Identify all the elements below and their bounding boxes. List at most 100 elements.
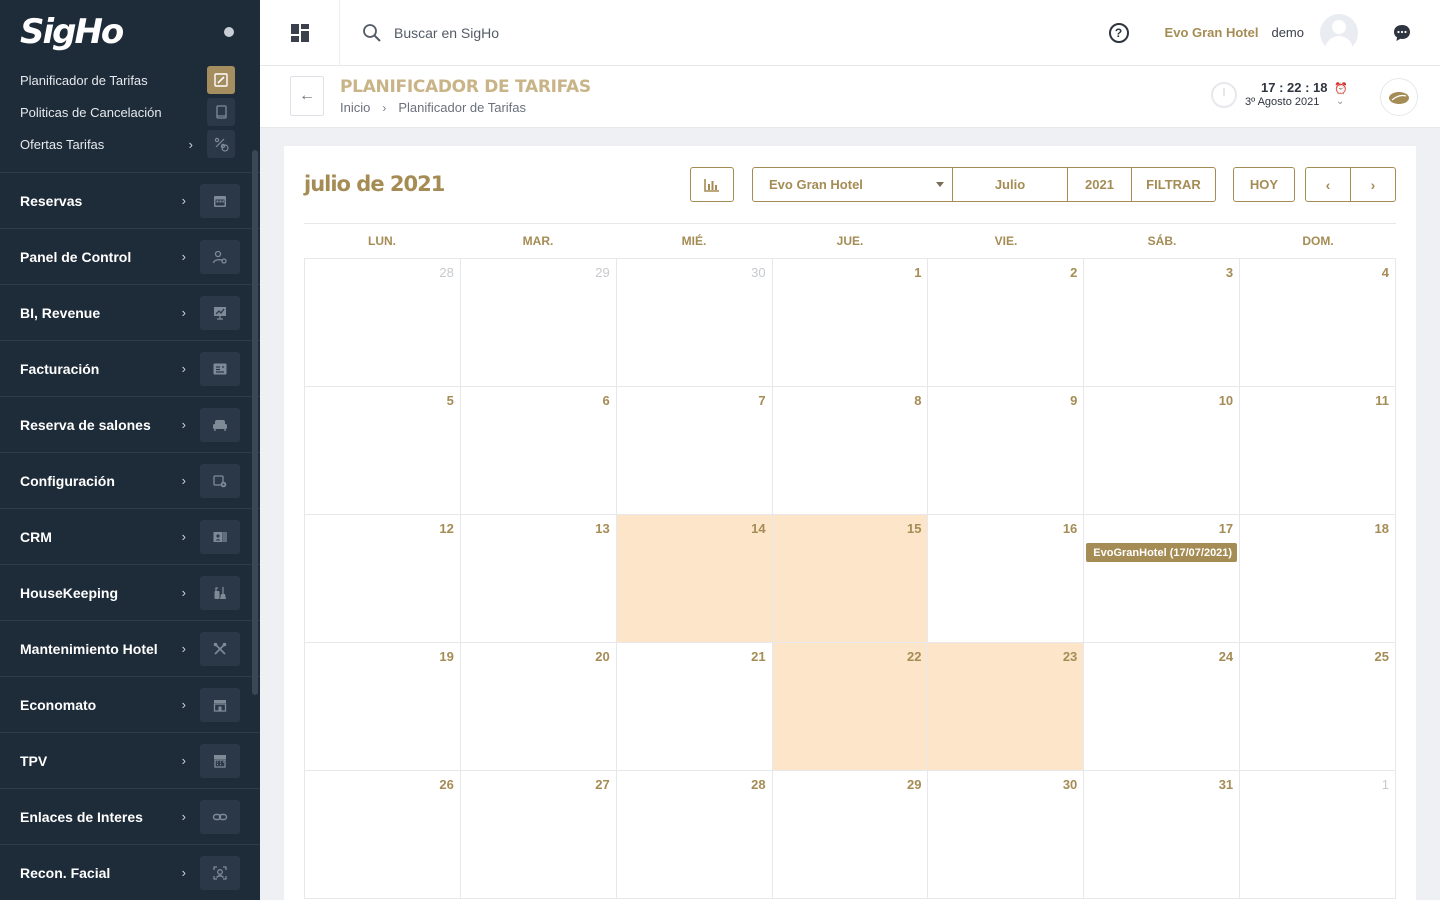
edit-icon [207,66,235,94]
sidebar-item-label: Enlaces de Interes [20,808,143,825]
calendar-day-cell[interactable]: 1 [1240,771,1397,899]
sidebar-item-economato[interactable]: Economato › [0,677,260,733]
current-hotel[interactable]: Evo Gran Hotel [1165,25,1259,40]
arrow-left-icon: ← [299,87,315,104]
calendar-day-cell[interactable]: 19 [305,643,461,771]
day-number: 9 [1070,393,1078,408]
calendar-week-row: 5 6 7 8 9 10 11 [305,387,1397,515]
calendar-day-cell[interactable]: 29 [460,259,617,387]
calendar-day-cell[interactable]: 29 [772,771,929,899]
calendar-day-cell[interactable]: 6 [460,387,617,515]
calendar-day-cell[interactable]: 7 [616,387,773,515]
chart-button[interactable] [690,167,734,202]
sidebar: SigHo Planificador de Tarifas Politicas … [0,0,260,900]
sidebar-item-facturacion[interactable]: Facturación › [0,341,260,397]
current-user[interactable]: demo [1271,25,1304,40]
help-icon[interactable]: ? [1108,22,1129,43]
day-number: 1 [914,265,922,280]
calendar-day-cell[interactable]: 26 [305,771,461,899]
sidebar-item-housekeeping[interactable]: HouseKeeping › [0,565,260,621]
calendar-day-cell[interactable]: 27 [460,771,617,899]
prev-month-button[interactable]: ‹ [1306,168,1351,201]
calendar-day-cell[interactable]: 28 [616,771,773,899]
day-number: 5 [446,393,454,408]
weather-button[interactable] [1380,78,1418,116]
sidebar-item-reserva-salones[interactable]: Reserva de salones › [0,397,260,453]
weekday-label: JUE. [836,234,864,248]
calendar-event[interactable]: EvoGranHotel (17/07/2021) [1086,543,1238,562]
sidebar-item-enlaces[interactable]: Enlaces de Interes › [0,789,260,845]
submenu-item-politicas[interactable]: Politicas de Cancelación [0,96,260,128]
sidebar-item-recon-facial[interactable]: Recon. Facial › [0,845,260,900]
sidebar-item-tpv[interactable]: TPV › [0,733,260,789]
back-button[interactable]: ← [290,76,324,116]
tools-icon [200,631,240,666]
day-number: 31 [1218,777,1234,792]
chevron-down-icon[interactable]: ⌄ [1336,96,1344,107]
calendar-day-cell[interactable]: 30 [928,771,1085,899]
global-search[interactable]: Buscar en SigHo [362,23,1109,43]
chevron-right-icon: › [181,249,186,264]
calendar-day-cell[interactable]: 4 [1240,259,1397,387]
day-number: 23 [1062,649,1078,664]
calendar-day-cell[interactable]: 24 [1084,643,1241,771]
current-date: 3º Agosto 2021 [1245,96,1320,108]
sidebar-item-label: Configuración [20,472,115,489]
calendar-day-cell[interactable]: 28 [305,259,461,387]
calendar-day-cell[interactable]: 18 [1240,515,1397,643]
link-icon [200,799,240,834]
calendar-day-cell[interactable]: 23 [928,643,1085,771]
calendar-day-cell[interactable]: 25 [1240,643,1397,771]
page-header: ← PLANIFICADOR DE TARIFAS Inicio › Plani… [260,66,1440,128]
calendar-day-cell[interactable]: 30 [616,259,773,387]
sidebar-item-bi-revenue[interactable]: BI, Revenue › [0,285,260,341]
filter-button[interactable]: FILTRAR [1132,168,1215,201]
calendar-day-cell[interactable]: 15 [772,515,929,643]
sidebar-scrollbar[interactable] [252,150,258,695]
weekday-label: LUN. [368,234,396,248]
next-month-button[interactable]: › [1351,168,1395,201]
year-field[interactable]: 2021 [1068,168,1132,201]
calendar-day-cell[interactable]: 12 [305,515,461,643]
calendar-day-cell[interactable]: 1 [772,259,929,387]
today-button[interactable]: HOY [1233,167,1295,202]
submenu-item-ofertas[interactable]: Ofertas Tarifas › [0,128,260,160]
calendar-day-cell[interactable]: 3 [1084,259,1241,387]
calendar-day-cell[interactable]: 2 [928,259,1085,387]
sidebar-item-crm[interactable]: CRM › [0,509,260,565]
submenu-item-planificador[interactable]: Planificador de Tarifas [0,64,260,96]
calendar-day-cell[interactable]: 20 [460,643,617,771]
breadcrumb-home-link[interactable]: Inicio [340,100,370,115]
calendar-day-cell[interactable]: 16 [928,515,1085,643]
calendar-day-cell[interactable]: 5 [305,387,461,515]
month-field[interactable]: Julio [953,168,1068,201]
hotel-select[interactable]: Evo Gran Hotel [753,168,953,201]
search-input[interactable]: Buscar en SigHo [394,25,499,41]
sidebar-item-mantenimiento[interactable]: Mantenimiento Hotel › [0,621,260,677]
alarm-icon[interactable]: ⏰ [1334,82,1348,95]
avatar[interactable] [1320,13,1358,52]
calendar-day-cell[interactable]: 17 EvoGranHotel (17/07/2021) [1084,515,1241,643]
calendar-day-cell[interactable]: 22 [772,643,929,771]
calendar-day-cell[interactable]: 14 [616,515,773,643]
day-number: 4 [1381,265,1390,280]
day-number: 18 [1374,521,1390,536]
sidebar-item-label: HouseKeeping [20,584,119,601]
app-logo[interactable]: SigHo [20,12,124,52]
sidebar-toggle[interactable] [224,27,234,37]
sidebar-item-panel-control[interactable]: Panel de Control › [0,229,260,285]
chat-icon[interactable] [1392,23,1412,43]
filter-group: Evo Gran Hotel Julio 2021 FILTRAR [752,167,1216,202]
topbar: Buscar en SigHo ? Evo Gran Hotel demo [260,0,1440,66]
sidebar-item-reservas[interactable]: Reservas › [0,173,260,229]
calendar-day-cell[interactable]: 31 [1084,771,1241,899]
divider [304,223,1396,224]
calendar-day-cell[interactable]: 21 [616,643,773,771]
calendar-day-cell[interactable]: 13 [460,515,617,643]
calendar-day-cell[interactable]: 8 [772,387,929,515]
calendar-day-cell[interactable]: 9 [928,387,1085,515]
sidebar-item-configuracion[interactable]: Configuración › [0,453,260,509]
calendar-day-cell[interactable]: 11 [1240,387,1397,515]
dashboard-grid-button[interactable] [260,0,340,66]
calendar-day-cell[interactable]: 10 [1084,387,1241,515]
